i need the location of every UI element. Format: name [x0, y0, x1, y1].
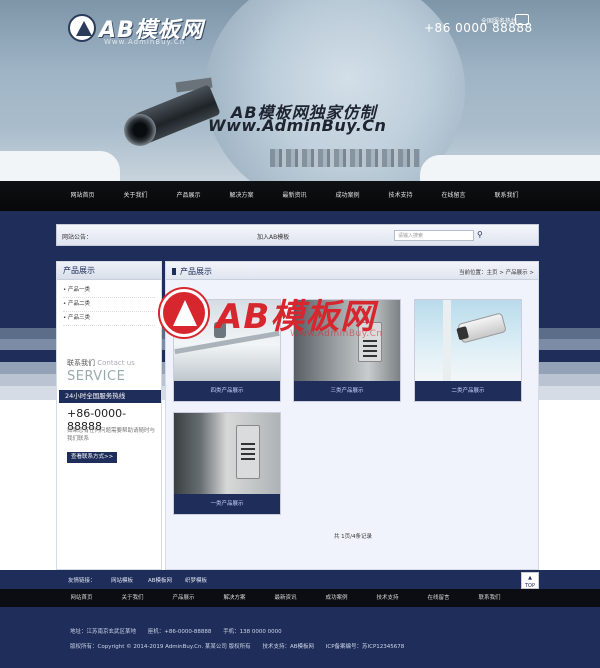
footer-copyright: 版权所有：Copyright © 2014-2019 AdminBuy.Cn. …: [70, 644, 251, 650]
sidebar: 产品展示 • 产品一类 • 产品二类 • 产品三类 联系我们 Contact u…: [56, 261, 162, 570]
product-card[interactable]: 二类产品展示: [414, 299, 522, 402]
product-caption: 三类产品展示: [294, 381, 400, 401]
nav-item-about[interactable]: 关于我们: [109, 181, 162, 211]
footer-support[interactable]: 技术支持：AB模板网: [262, 644, 314, 650]
notice-bar: 网站公告： 加入AB模板 请输入搜索 ⚲: [56, 224, 539, 246]
product-card[interactable]: 一类产品展示: [173, 412, 281, 515]
arrow-up-icon: ▲: [528, 575, 532, 581]
product-image: [415, 300, 521, 381]
slogan-url: Www.AdminBuy.Cn: [208, 116, 387, 135]
contact-en: Contact us: [97, 359, 135, 367]
service-text: SERVICE: [67, 369, 126, 384]
footer-nav-about[interactable]: 关于我们: [107, 589, 158, 607]
footer-address: 地址：江苏南京玄武区某地: [70, 629, 137, 635]
category-label: 产品二类: [68, 301, 91, 307]
footer-nav-solutions[interactable]: 解决方案: [209, 589, 260, 607]
product-image: [174, 413, 280, 494]
search-icon[interactable]: ⚲: [477, 230, 487, 241]
sidebar-title: 产品展示: [57, 262, 161, 280]
friend-link[interactable]: AB模板网: [148, 576, 172, 584]
category-list: • 产品一类 • 产品二类 • 产品三类: [57, 280, 161, 330]
city-skyline: [270, 149, 420, 167]
friend-link[interactable]: 织梦模板: [185, 576, 207, 584]
footer-nav-guestbook[interactable]: 在线留言: [413, 589, 464, 607]
category-item[interactable]: • 产品一类: [63, 284, 155, 298]
contact-button[interactable]: 查看联系方式>>: [67, 452, 118, 463]
nav-item-home[interactable]: 网站首页: [56, 181, 109, 211]
logo-subtitle: Www.AdminBuy.Cn: [104, 38, 186, 46]
footer-mobile: 手机：138 0000 0000: [223, 629, 282, 635]
category-label: 产品一类: [68, 287, 91, 293]
product-caption: 四类产品展示: [174, 381, 280, 401]
product-caption: 一类产品展示: [174, 494, 280, 514]
footer-nav-news[interactable]: 最新资讯: [260, 589, 311, 607]
main-header: 产品展示 当前位置：主页 > 产品展示 >: [166, 262, 538, 280]
product-caption: 二类产品展示: [415, 381, 521, 401]
sidebar-hotline-bar: 24小时全国服务热线: [59, 390, 161, 403]
footer-info: 地址：江苏南京玄武区某地 座机：+86-0000-88888 手机：138 00…: [0, 607, 600, 668]
nav-item-contact[interactable]: 联系我们: [480, 181, 533, 211]
cloud: [420, 155, 600, 181]
nav-item-solutions[interactable]: 解决方案: [215, 181, 268, 211]
watermark-logo: AB模板网 Www.AdminBuy.Cn: [160, 285, 410, 345]
category-item[interactable]: • 产品三类: [63, 312, 155, 326]
nav-item-guestbook[interactable]: 在线留言: [427, 181, 480, 211]
links-label: 友情链接：: [68, 578, 96, 584]
logo-icon: [68, 14, 96, 42]
watermark-icon: [160, 289, 208, 337]
nav-item-news[interactable]: 最新资讯: [268, 181, 321, 211]
sidebar-desc: 如果您有任何问题需要帮助请随时与我们联系: [67, 428, 156, 442]
search-input[interactable]: 请输入搜索: [394, 230, 474, 241]
breadcrumb[interactable]: 当前位置：主页 > 产品展示 >: [459, 268, 534, 276]
footer-nav: 网站首页 关于我们 产品展示 解决方案 最新资讯 成功案例 技术支持 在线留言 …: [0, 589, 600, 607]
pagination: 共 1页/4条记录: [333, 534, 373, 540]
back-to-top-button[interactable]: ▲ TOP: [521, 572, 539, 589]
category-label: 产品三类: [68, 315, 91, 321]
header-hotline: +86 0000 88888: [424, 21, 533, 35]
contact-heading: 联系我们 Contact us SERVICE: [67, 358, 135, 384]
contact-cn: 联系我们: [67, 359, 95, 367]
friend-links: 友情链接： 网站模板 AB模板网 织梦模板: [0, 570, 600, 589]
cloud: [0, 151, 120, 181]
footer-nav-contact[interactable]: 联系我们: [464, 589, 515, 607]
nav-item-cases[interactable]: 成功案例: [321, 181, 374, 211]
footer-nav-support[interactable]: 技术支持: [362, 589, 413, 607]
notice-message[interactable]: 加入AB模板: [257, 232, 289, 241]
footer-phone: 座机：+86-0000-88888: [147, 629, 212, 635]
category-item[interactable]: • 产品二类: [63, 298, 155, 312]
footer-nav-home[interactable]: 网站首页: [56, 589, 107, 607]
watermark-url: Www.AdminBuy.Cn: [290, 329, 383, 339]
page-title: 产品展示: [172, 266, 212, 277]
footer-nav-cases[interactable]: 成功案例: [311, 589, 362, 607]
main-nav: 网站首页 关于我们 产品展示 解决方案 最新资讯 成功案例 技术支持 在线留言 …: [0, 181, 600, 211]
friend-link[interactable]: 网站模板: [111, 576, 133, 584]
notice-label: 网站公告：: [62, 234, 93, 241]
nav-item-products[interactable]: 产品展示: [162, 181, 215, 211]
nav-item-support[interactable]: 技术支持: [374, 181, 427, 211]
header-banner: AB模板网 Www.AdminBuy.Cn 全国服务热线 +86 0000 88…: [0, 0, 600, 181]
footer-icp[interactable]: ICP备案编号：苏ICP12345678: [326, 644, 405, 650]
footer-nav-products[interactable]: 产品展示: [158, 589, 209, 607]
